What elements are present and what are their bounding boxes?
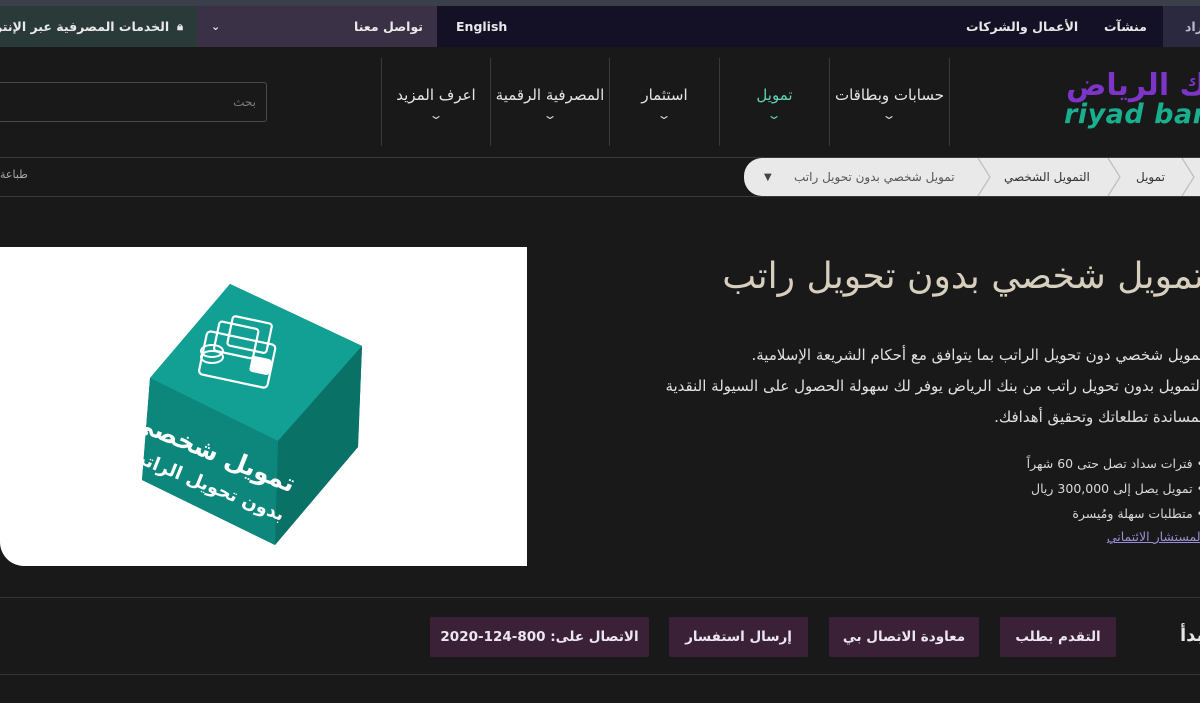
action-bar: ابدأ : التقدم بطلب معاودة الاتصال بي إرس…: [0, 597, 1200, 675]
language-link[interactable]: English: [456, 6, 507, 47]
nav-digital-banking[interactable]: المصرفية الرقمية ⌄: [490, 58, 609, 146]
nav-divider: [949, 58, 950, 146]
lock-icon: 🔒︎: [177, 19, 183, 33]
call-button[interactable]: الاتصال على: 800-124-2020: [430, 617, 649, 657]
nav-learn-more[interactable]: اعرف المزيد ⌄: [381, 58, 490, 146]
hero-description: تمويل شخصي دون تحويل الراتب بما يتوافق م…: [584, 340, 1200, 433]
print-link[interactable]: طباعة: [0, 168, 28, 181]
nav-finance[interactable]: تمويل ⌄: [719, 58, 829, 146]
credit-advisor-link[interactable]: المستشار الائتماني: [1107, 529, 1200, 544]
online-banking-label: الخدمات المصرفية عبر الإنترنت: [0, 19, 170, 34]
nav-accounts-cards[interactable]: حسابات وبطاقات ⌄: [829, 58, 949, 146]
breadcrumb-current: تمويل شخصي بدون تحويل راتب: [794, 170, 955, 184]
personal-tab[interactable]: أفراد: [1163, 6, 1200, 47]
personal-tab-label: أفراد: [1185, 19, 1200, 34]
logo-arabic-text: بنك الرياض: [1066, 70, 1200, 103]
nav-invest[interactable]: استثمار ⌄: [609, 58, 719, 146]
callback-button[interactable]: معاودة الاتصال بي: [829, 617, 979, 657]
nav-learn-more-label: اعرف المزيد: [396, 86, 476, 104]
contact-us-label: تواصل معنا: [354, 19, 423, 34]
online-banking-link[interactable]: الخدمات المصرفية عبر الإنترنت 🔒︎: [0, 6, 197, 47]
business-link[interactable]: الأعمال والشركات: [966, 6, 1078, 47]
riyad-bank-logo[interactable]: بنك الرياض riyad bank: [1060, 70, 1200, 130]
nav-invest-label: استثمار: [641, 86, 688, 104]
contact-us-dropdown[interactable]: ⌄ تواصل معنا: [197, 6, 437, 47]
nav-finance-label: تمويل: [756, 86, 793, 104]
nav-digital-banking-label: المصرفية الرقمية: [495, 86, 605, 104]
caret-down-icon[interactable]: ▼: [764, 158, 772, 196]
feature-repayment: • فترات سداد تصل حتى 60 شهراً: [1026, 456, 1200, 471]
search-input[interactable]: [0, 83, 266, 121]
hero-description-line-1: تمويل شخصي دون تحويل الراتب بما يتوافق م…: [751, 346, 1200, 364]
get-started-label: ابدأ :: [1180, 625, 1200, 646]
feature-requirements: • متطلبات سهلة ومُيسرة: [1072, 506, 1200, 521]
chevron-down-icon: ⌄: [428, 108, 444, 122]
top-bar: الخدمات المصرفية عبر الإنترنت 🔒︎ ⌄ تواصل…: [0, 6, 1200, 47]
breadcrumb-personal-finance[interactable]: التمويل الشخصي: [1004, 158, 1090, 196]
breadcrumb-finance[interactable]: تمويل: [1136, 158, 1165, 196]
establishments-link[interactable]: منشآت: [1104, 6, 1147, 47]
finance-cube-illustration: تمويل شخصي بدون تحويل الراتب: [125, 284, 362, 545]
nav-accounts-cards-label: حسابات وبطاقات: [834, 86, 944, 104]
breadcrumb-bar: طباعة تمويل التمويل الشخصي تمويل شخصي بد…: [0, 157, 1200, 197]
chevron-down-icon: ⌄: [881, 108, 898, 122]
page-title: تمويل شخصي بدون تحويل راتب: [722, 256, 1200, 297]
hero-description-line-3: لمساندة تطلعاتك وتحقيق أهدافك.: [994, 408, 1200, 426]
feature-amount: • تمويل يصل إلى 300,000 ريال: [1031, 481, 1200, 496]
send-inquiry-button[interactable]: إرسال استفسار: [669, 617, 808, 657]
logo-english-text: riyad bank: [1064, 99, 1200, 130]
search-box[interactable]: [0, 82, 267, 122]
chevron-down-icon: ⌄: [542, 108, 558, 122]
breadcrumb: تمويل التمويل الشخصي تمويل شخصي بدون تحو…: [744, 158, 1200, 196]
hero-image: تمويل شخصي بدون تحويل الراتب: [0, 247, 527, 566]
apply-button[interactable]: التقدم بطلب: [1000, 617, 1116, 657]
chevron-down-icon: ⌄: [211, 20, 221, 33]
hero-description-line-2: التمويل بدون تحويل راتب من بنك الرياض يو…: [665, 377, 1200, 395]
chevron-down-icon: ⌄: [766, 108, 783, 122]
chevron-down-icon: ⌄: [656, 108, 673, 122]
